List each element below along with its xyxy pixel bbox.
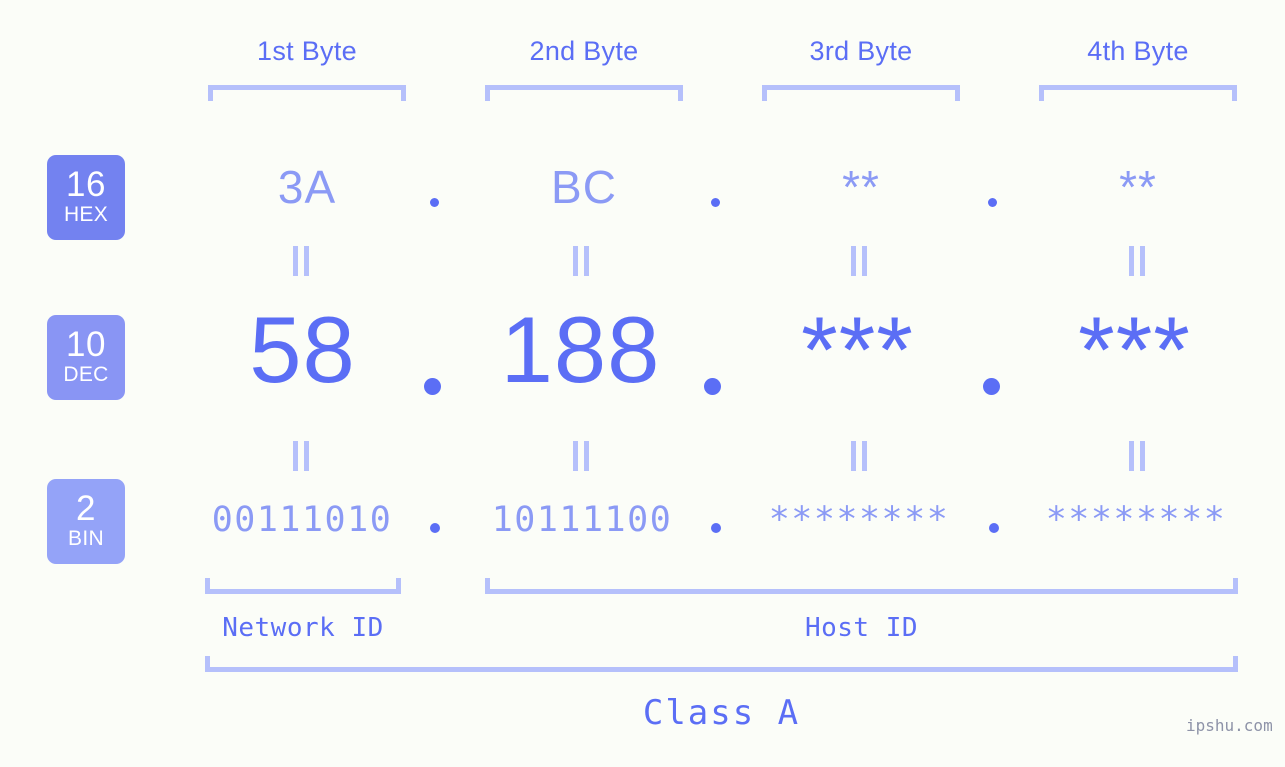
hex-dot-3 — [988, 198, 997, 207]
equals-mark-hex-dec-2 — [573, 246, 589, 276]
hex-byte-3: ** — [842, 161, 880, 213]
bin-byte-4: ******** — [1045, 500, 1227, 540]
class-label: Class A — [642, 693, 801, 733]
badge-bin-name: BIN — [68, 526, 104, 550]
ip-address-breakdown-diagram: 1st Byte 2nd Byte 3rd Byte 4th Byte 16 H… — [0, 0, 1285, 767]
equals-mark-dec-bin-1 — [293, 441, 309, 471]
hex-dot-1 — [430, 198, 439, 207]
network-id-bracket — [205, 578, 401, 594]
dec-dot-1 — [424, 378, 441, 395]
badge-hex: 16 HEX — [47, 155, 125, 240]
site-watermark: ipshu.com — [1186, 716, 1273, 735]
dec-byte-2: 188 — [500, 297, 661, 402]
equals-mark-hex-dec-4 — [1129, 246, 1145, 276]
byte-bracket-4 — [1039, 85, 1237, 101]
hex-byte-1: 3A — [277, 161, 337, 213]
dec-byte-3: *** — [801, 297, 914, 402]
bin-dot-2 — [711, 523, 721, 533]
byte-header-2: 2nd Byte — [529, 36, 639, 66]
dec-dot-3 — [983, 378, 1000, 395]
host-id-label: Host ID — [804, 613, 919, 643]
dec-byte-4: *** — [1078, 297, 1191, 402]
equals-mark-dec-bin-4 — [1129, 441, 1145, 471]
badge-dec-name: DEC — [63, 362, 109, 386]
dec-dot-2 — [704, 378, 721, 395]
badge-hex-name: HEX — [63, 202, 109, 226]
equals-mark-dec-bin-3 — [851, 441, 867, 471]
hex-byte-2: BC — [551, 161, 617, 213]
hex-byte-4: ** — [1119, 161, 1157, 213]
byte-bracket-3 — [762, 85, 960, 101]
dec-byte-1: 58 — [249, 297, 356, 402]
bin-byte-3: ******** — [768, 500, 950, 540]
bin-dot-3 — [989, 523, 999, 533]
badge-dec: 10 DEC — [47, 315, 125, 400]
badge-dec-number: 10 — [66, 324, 106, 364]
host-id-bracket — [485, 578, 1238, 594]
byte-bracket-2 — [485, 85, 683, 101]
network-id-label: Network ID — [222, 613, 384, 643]
bin-byte-1: 00111010 — [211, 500, 393, 540]
byte-bracket-1 — [208, 85, 406, 101]
hex-dot-2 — [711, 198, 720, 207]
equals-mark-hex-dec-1 — [293, 246, 309, 276]
byte-header-3: 3rd Byte — [809, 36, 913, 66]
equals-mark-hex-dec-3 — [851, 246, 867, 276]
badge-bin-number: 2 — [76, 488, 96, 528]
class-bracket — [205, 656, 1238, 672]
badge-bin: 2 BIN — [47, 479, 125, 564]
badge-hex-number: 16 — [66, 164, 106, 204]
bin-dot-1 — [430, 523, 440, 533]
byte-header-1: 1st Byte — [257, 36, 357, 66]
bin-byte-2: 10111100 — [491, 500, 673, 540]
equals-mark-dec-bin-2 — [573, 441, 589, 471]
byte-header-4: 4th Byte — [1087, 36, 1189, 66]
